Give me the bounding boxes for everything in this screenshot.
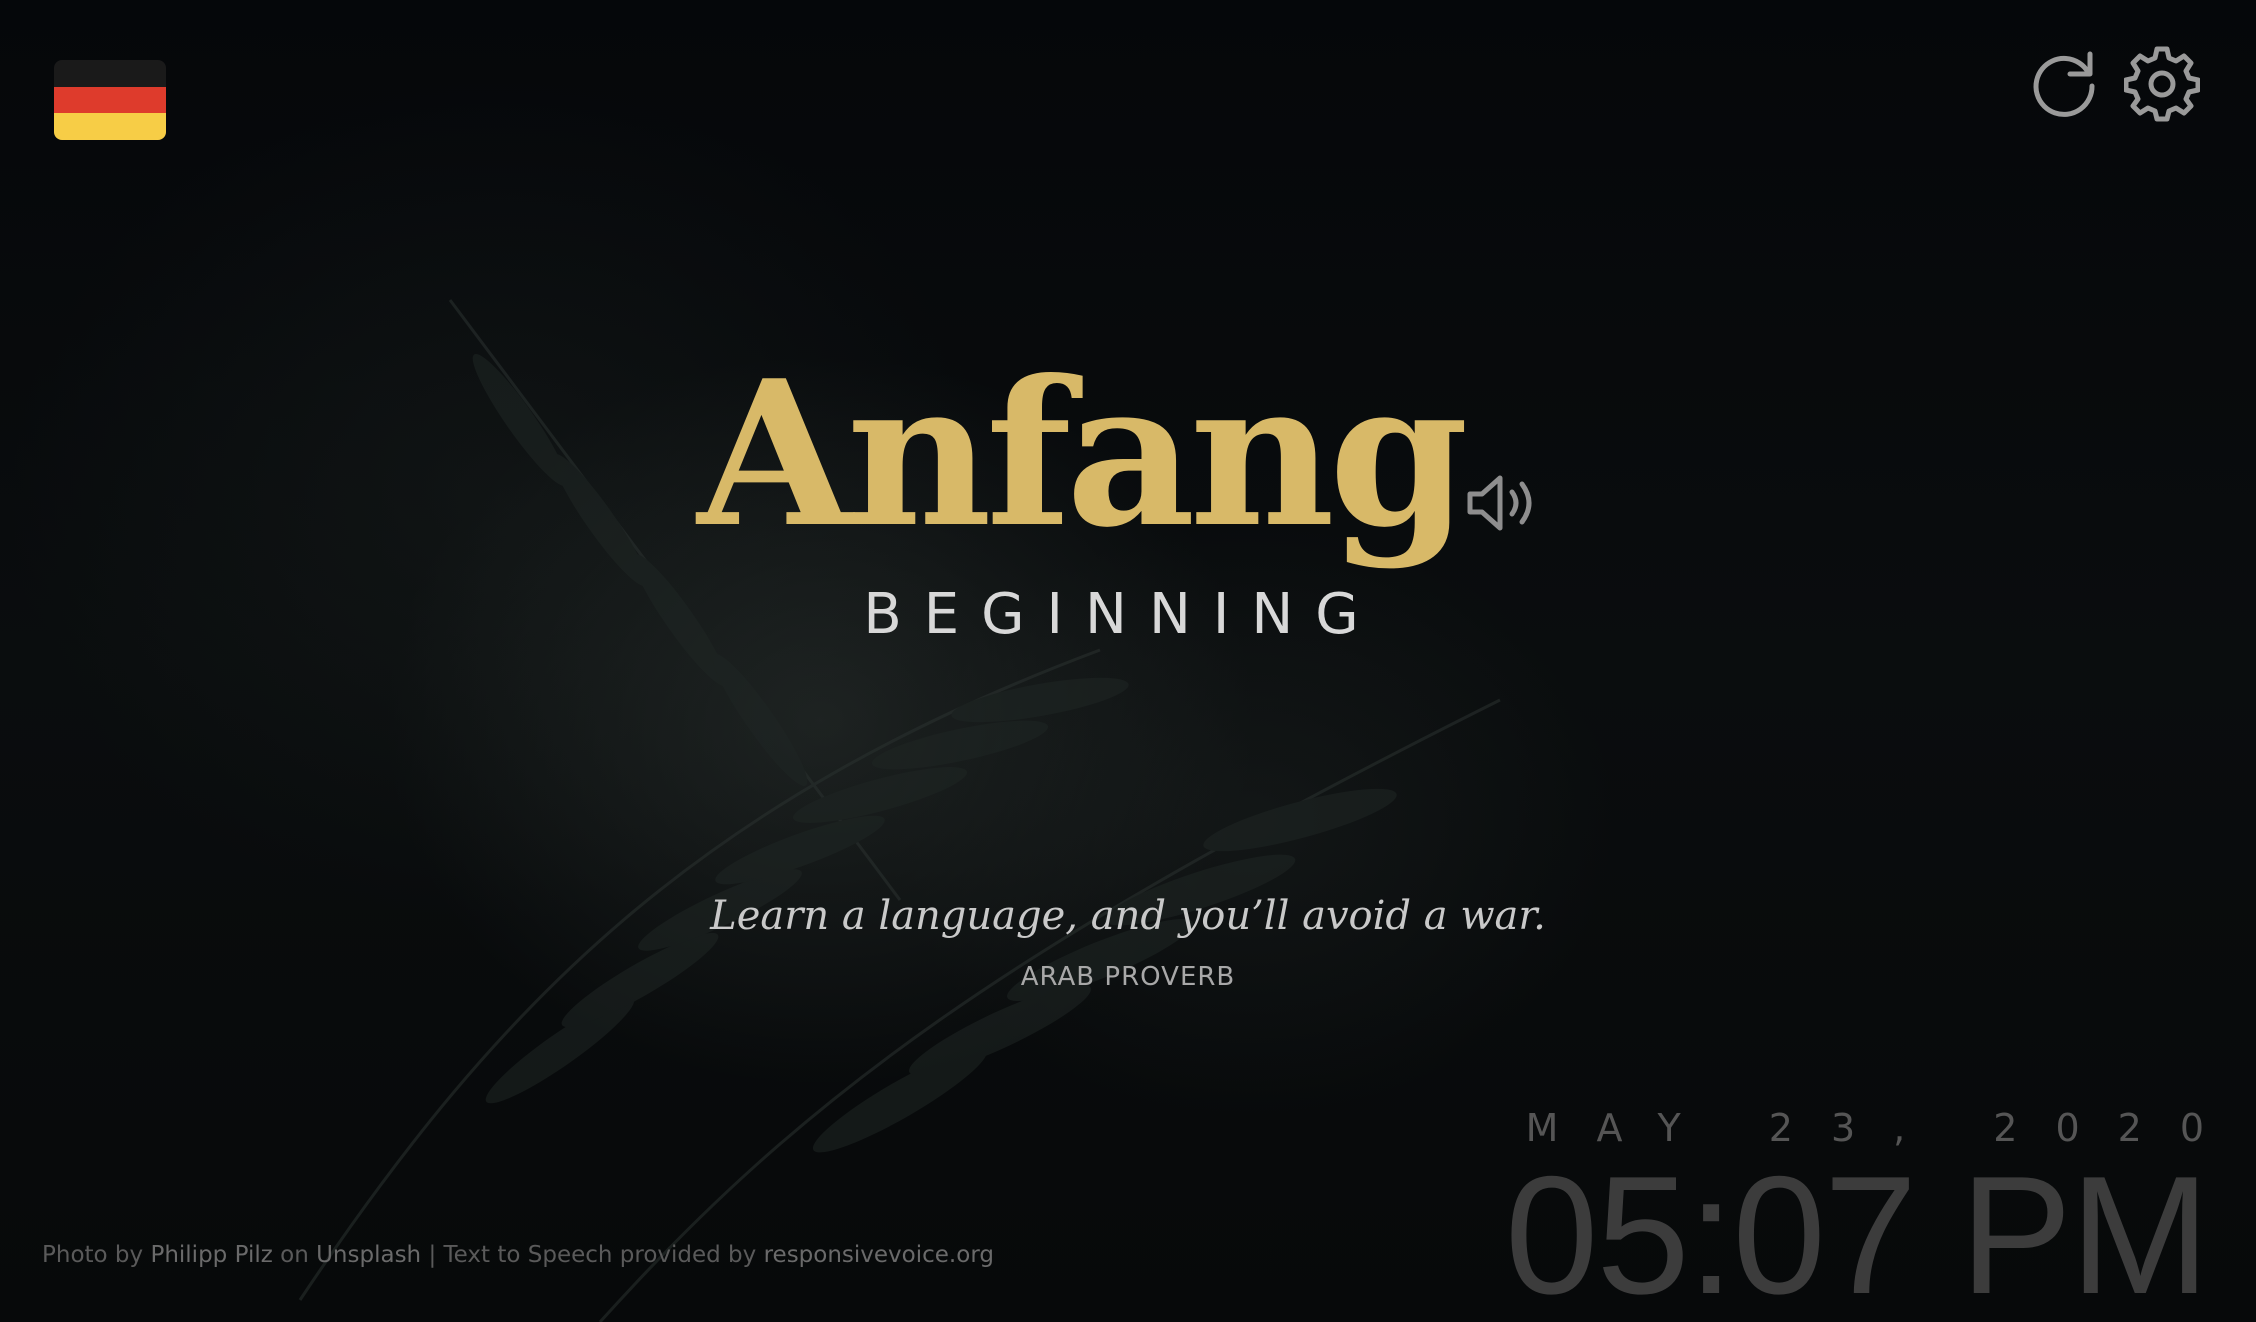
credit-separator: | (428, 1242, 437, 1268)
gear-icon (2123, 46, 2201, 122)
germany-flag-icon (54, 60, 166, 87)
current-time: 05:07 PM (1504, 1141, 2210, 1322)
credits-bar: Photo by Philipp Pilz on Unsplash | Text… (42, 1242, 994, 1268)
speaker-icon (1467, 475, 1532, 531)
refresh-icon (2033, 51, 2095, 117)
foreign-word: Anfang (697, 337, 1468, 572)
flag-stripe-gold (54, 113, 166, 140)
translation-text: BEGINNING (863, 582, 1381, 647)
photographer-link[interactable]: Philipp Pilz (150, 1242, 272, 1268)
refresh-button[interactable] (2028, 46, 2104, 122)
word-translation: BEGINNING (0, 580, 2256, 650)
responsivevoice-link[interactable]: responsivevoice.org (764, 1242, 994, 1268)
flag-stripe-red (54, 86, 166, 114)
settings-button[interactable] (2123, 46, 2201, 122)
credit-tts-prefix: Text to Speech provided by (443, 1242, 757, 1268)
quote-author: ARAB PROVERB (1020, 962, 1236, 992)
quote-text: Learn a language, and you’ll avoid a war… (710, 893, 1546, 939)
pronounce-button[interactable] (1464, 470, 1546, 536)
credit-photo-prefix: Photo by (42, 1242, 144, 1268)
word-container: Anfang (0, 340, 2256, 570)
credit-on: on (280, 1242, 309, 1268)
language-flag-button[interactable] (54, 60, 166, 140)
unsplash-link[interactable]: Unsplash (316, 1242, 421, 1268)
